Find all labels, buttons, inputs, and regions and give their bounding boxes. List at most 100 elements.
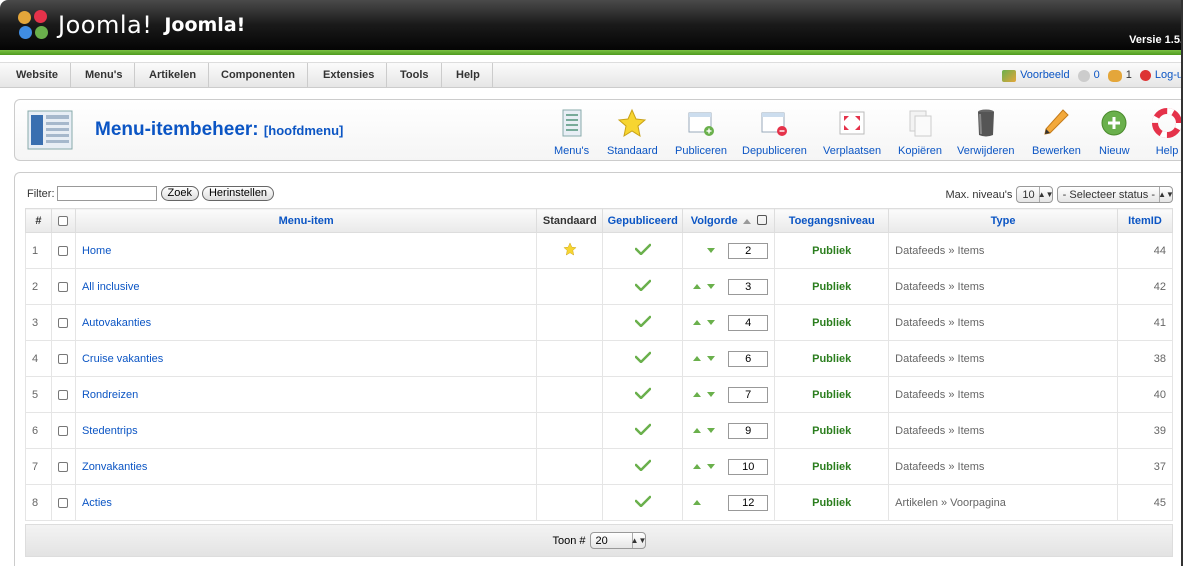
access-level[interactable]: Publiek [774, 304, 890, 341]
col-order[interactable]: Volgorde [682, 208, 776, 233]
menu-item-link[interactable]: Cruise vakanties [74, 340, 538, 377]
menu-item-link[interactable]: Rondreizen [74, 376, 538, 413]
search-button[interactable]: Zoek [160, 186, 199, 201]
order-input[interactable]: 10 [728, 458, 769, 475]
logout-icon [1139, 70, 1151, 81]
menu-item-link[interactable]: All inclusive [74, 268, 538, 305]
menu-item-link[interactable]: Zonvakanties [74, 448, 538, 485]
row-checkbox[interactable] [58, 353, 69, 364]
published-cell [602, 340, 684, 377]
show-count-select[interactable]: 20 ▲▼ [589, 532, 646, 549]
toolbar-help-button[interactable]: Help [1152, 108, 1182, 157]
move-up-icon[interactable] [693, 464, 702, 469]
col-menu-item[interactable]: Menu-item [74, 208, 538, 233]
menu-menus[interactable]: Menu's [73, 63, 136, 88]
move-down-icon[interactable] [707, 284, 716, 289]
order-input[interactable]: 6 [728, 350, 769, 367]
published-check-icon[interactable] [634, 315, 651, 327]
access-level[interactable]: Publiek [774, 232, 890, 269]
toolbar-move-button[interactable]: Verplaatsen [823, 108, 881, 157]
row-checkbox[interactable] [58, 281, 69, 292]
move-down-icon[interactable] [707, 320, 716, 325]
order-input[interactable]: 9 [728, 422, 769, 439]
published-check-icon[interactable] [634, 351, 651, 363]
access-level[interactable]: Publiek [774, 448, 890, 485]
messages-count[interactable]: 0 [1077, 63, 1100, 88]
menu-components[interactable]: Componenten [209, 63, 308, 88]
move-down-icon[interactable] [707, 356, 716, 361]
col-published[interactable]: Gepubliceerd [602, 208, 684, 233]
menu-extensions[interactable]: Extensies [311, 63, 388, 88]
move-down-icon[interactable] [707, 428, 716, 433]
order-input[interactable]: 2 [728, 242, 769, 259]
move-down-icon[interactable] [707, 464, 716, 469]
row-checkbox[interactable] [58, 425, 69, 436]
row-checkbox[interactable] [58, 461, 69, 472]
row-number: 1 [25, 232, 52, 269]
select-all-checkbox[interactable] [58, 215, 69, 226]
reset-button[interactable]: Herinstellen [201, 186, 275, 201]
menu-item-link[interactable]: Autovakanties [74, 304, 538, 341]
toolbar-edit-button[interactable]: Bewerken [1032, 108, 1081, 157]
move-down-icon[interactable] [707, 248, 716, 253]
order-input[interactable]: 7 [728, 386, 769, 403]
menu-help[interactable]: Help [444, 63, 493, 88]
published-check-icon[interactable] [634, 459, 651, 471]
order-input[interactable]: 3 [728, 278, 769, 295]
menu-website[interactable]: Website [4, 63, 71, 88]
access-level[interactable]: Publiek [774, 484, 890, 521]
row-select [50, 268, 76, 305]
access-level[interactable]: Publiek [774, 412, 890, 449]
published-check-icon[interactable] [634, 423, 651, 435]
col-itemid[interactable]: ItemID [1116, 208, 1174, 233]
row-checkbox[interactable] [58, 317, 69, 328]
toolbar-publish-button[interactable]: Publiceren [675, 108, 727, 157]
status-select[interactable]: - Selecteer status - ▲▼ [1056, 186, 1174, 203]
row-checkbox[interactable] [58, 245, 69, 256]
toolbar-copy-button[interactable]: Kopiëren [898, 108, 942, 157]
filter-options: Max. niveau's 10 ▲▼ - Selecteer status - ▲… [946, 186, 1174, 203]
menu-item-link[interactable]: Acties [74, 484, 538, 521]
joomla-logo-icon [16, 9, 52, 41]
menu-tools[interactable]: Tools [388, 63, 442, 88]
move-up-icon[interactable] [693, 500, 702, 505]
access-level[interactable]: Publiek [774, 376, 890, 413]
select-arrows-icon: ▲▼ [1038, 187, 1054, 202]
toolbar-new-button[interactable]: Nieuw [1099, 108, 1130, 157]
move-down-icon[interactable] [707, 392, 716, 397]
published-check-icon[interactable] [634, 495, 651, 507]
published-check-icon[interactable] [634, 243, 651, 255]
max-levels-select[interactable]: 10 ▲▼ [1016, 186, 1054, 203]
default-star-icon[interactable] [563, 242, 577, 256]
order-input[interactable]: 12 [728, 494, 769, 511]
col-type[interactable]: Type [888, 208, 1118, 233]
row-checkbox[interactable] [58, 389, 69, 400]
published-check-icon[interactable] [634, 387, 651, 399]
item-id: 39 [1116, 412, 1174, 449]
move-up-icon[interactable] [693, 428, 702, 433]
order-input[interactable]: 4 [728, 314, 769, 331]
move-up-icon[interactable] [693, 392, 702, 397]
access-level[interactable]: Publiek [774, 268, 890, 305]
preview-link[interactable]: Voorbeeld [1002, 63, 1070, 88]
access-level[interactable]: Publiek [774, 340, 890, 377]
col-default: Standaard [536, 208, 604, 233]
toolbar-delete-button[interactable]: Verwijderen [957, 108, 1014, 157]
move-up-icon[interactable] [693, 284, 702, 289]
move-up-icon[interactable] [693, 356, 702, 361]
move-up-icon[interactable] [693, 320, 702, 325]
col-access[interactable]: Toegangsniveau [774, 208, 890, 233]
row-checkbox[interactable] [58, 497, 69, 508]
menu-articles[interactable]: Artikelen [137, 63, 210, 88]
toolbar-menus-button[interactable]: Menu's [554, 108, 589, 157]
save-order-icon[interactable] [756, 214, 767, 225]
filter-input[interactable] [56, 186, 157, 201]
published-check-icon[interactable] [634, 279, 651, 291]
col-select-all [50, 208, 76, 233]
logout-link[interactable]: Log-u [1139, 63, 1183, 88]
toolbar-default-button[interactable]: Standaard [607, 108, 658, 157]
order-cell: 7 [682, 376, 776, 413]
menu-item-link[interactable]: Home [74, 232, 538, 269]
menu-item-link[interactable]: Stedentrips [74, 412, 538, 449]
toolbar-unpublish-button[interactable]: Depubliceren [742, 108, 807, 157]
